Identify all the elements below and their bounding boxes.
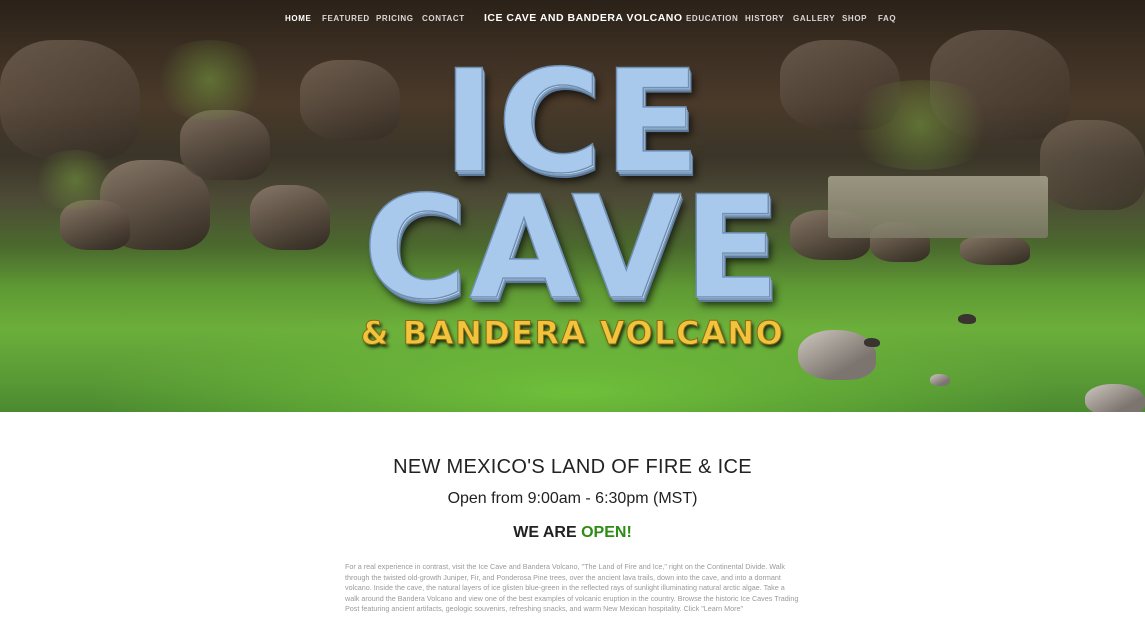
hero-banner: ICE CAVE & BANDERA VOLCANO HOME FEATURED… — [0, 0, 1145, 412]
nav-faq[interactable]: FAQ — [878, 14, 896, 23]
nav-gallery[interactable]: GALLERY — [793, 14, 835, 23]
nav-contact[interactable]: CONTACT — [422, 14, 465, 23]
page-headline: NEW MEXICO'S LAND OF FIRE & ICE — [393, 456, 752, 478]
logo-subtitle: & BANDERA VOLCANO — [360, 314, 785, 353]
ground-rock — [1085, 384, 1145, 412]
open-status: WE ARE OPEN! — [0, 524, 1145, 542]
nav-featured[interactable]: FEATURED — [322, 14, 370, 23]
open-status-prefix: WE ARE — [513, 524, 582, 541]
open-status-value: OPEN! — [581, 524, 632, 541]
logo-cave: CAVE — [362, 166, 783, 331]
site-title[interactable]: ICE CAVE AND BANDERA VOLCANO — [484, 12, 683, 24]
nav-education[interactable]: EDUCATION — [686, 14, 738, 23]
nav-home[interactable]: HOME — [285, 14, 311, 23]
top-navigation: HOME FEATURED PRICING CONTACT ICE CAVE A… — [0, 0, 1145, 38]
main-content: NEW MEXICO'S LAND OF FIRE & ICE Open fro… — [0, 412, 1145, 617]
intro-paragraph: For a real experience in contrast, visit… — [345, 562, 799, 614]
nav-shop[interactable]: SHOP — [842, 14, 867, 23]
opening-hours: Open from 9:00am - 6:30pm (MST) — [447, 490, 698, 507]
nav-history[interactable]: HISTORY — [745, 14, 784, 23]
nav-pricing[interactable]: PRICING — [376, 14, 414, 23]
ground-rock — [930, 374, 950, 386]
